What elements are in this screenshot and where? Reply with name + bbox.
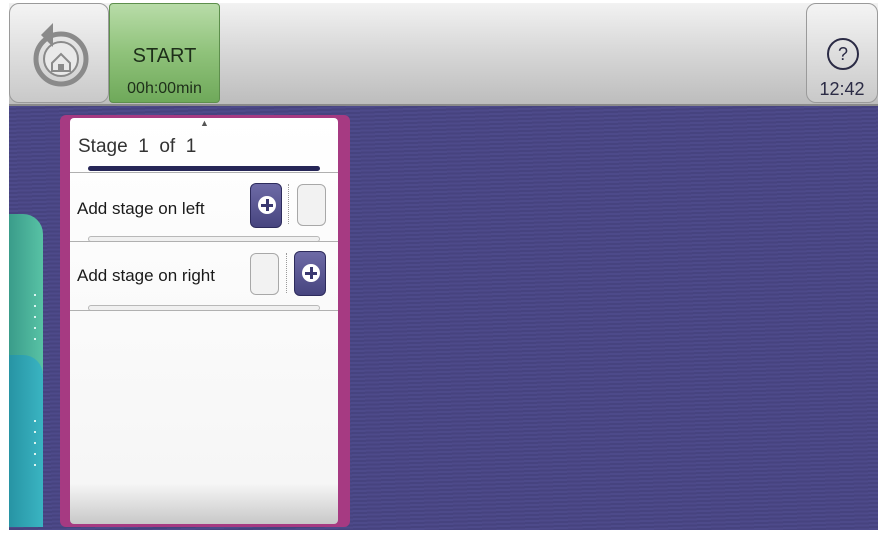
stage-progress-bar — [88, 166, 320, 171]
divider — [70, 172, 338, 173]
home-button[interactable] — [9, 3, 109, 103]
start-button[interactable]: START 00h:00min — [109, 3, 220, 103]
add-stage-left-button[interactable] — [250, 183, 282, 228]
plus-icon — [258, 196, 276, 214]
home-undo-icon — [33, 23, 89, 87]
stage-label: Stage — [78, 136, 128, 157]
stage-current: 1 — [138, 136, 149, 157]
grip-dots-icon — [34, 294, 36, 349]
divider — [288, 184, 289, 224]
plus-icon — [302, 264, 320, 282]
grip-dots-icon — [34, 420, 36, 475]
divider — [70, 310, 338, 311]
add-stage-right-button[interactable] — [294, 251, 326, 296]
stage-of: of — [159, 136, 176, 157]
clock: 12:42 — [819, 79, 865, 99]
divider — [286, 253, 287, 293]
help-icon: ? — [827, 38, 859, 70]
divider — [70, 241, 338, 242]
help-button[interactable]: ? 12:42 — [806, 3, 878, 103]
scroll-up-icon[interactable]: ▲ — [200, 118, 209, 128]
stage-slot — [297, 184, 326, 226]
app-frame: START 00h:00min ? 12:42 ▲ Stage 1 of 1 A… — [0, 0, 882, 533]
add-stage-right-label: Add stage on right — [77, 266, 215, 285]
stage-panel — [70, 118, 338, 524]
stage-total: 1 — [185, 136, 197, 157]
side-tab-green[interactable] — [9, 214, 43, 374]
stage-indicator: Stage 1 of 1 — [78, 136, 196, 158]
stage-slot — [250, 253, 279, 295]
side-tab-teal[interactable] — [9, 355, 43, 527]
run-duration: 00h:00min — [127, 80, 202, 97]
start-label: START — [132, 45, 197, 67]
add-stage-left-label: Add stage on left — [77, 199, 205, 218]
